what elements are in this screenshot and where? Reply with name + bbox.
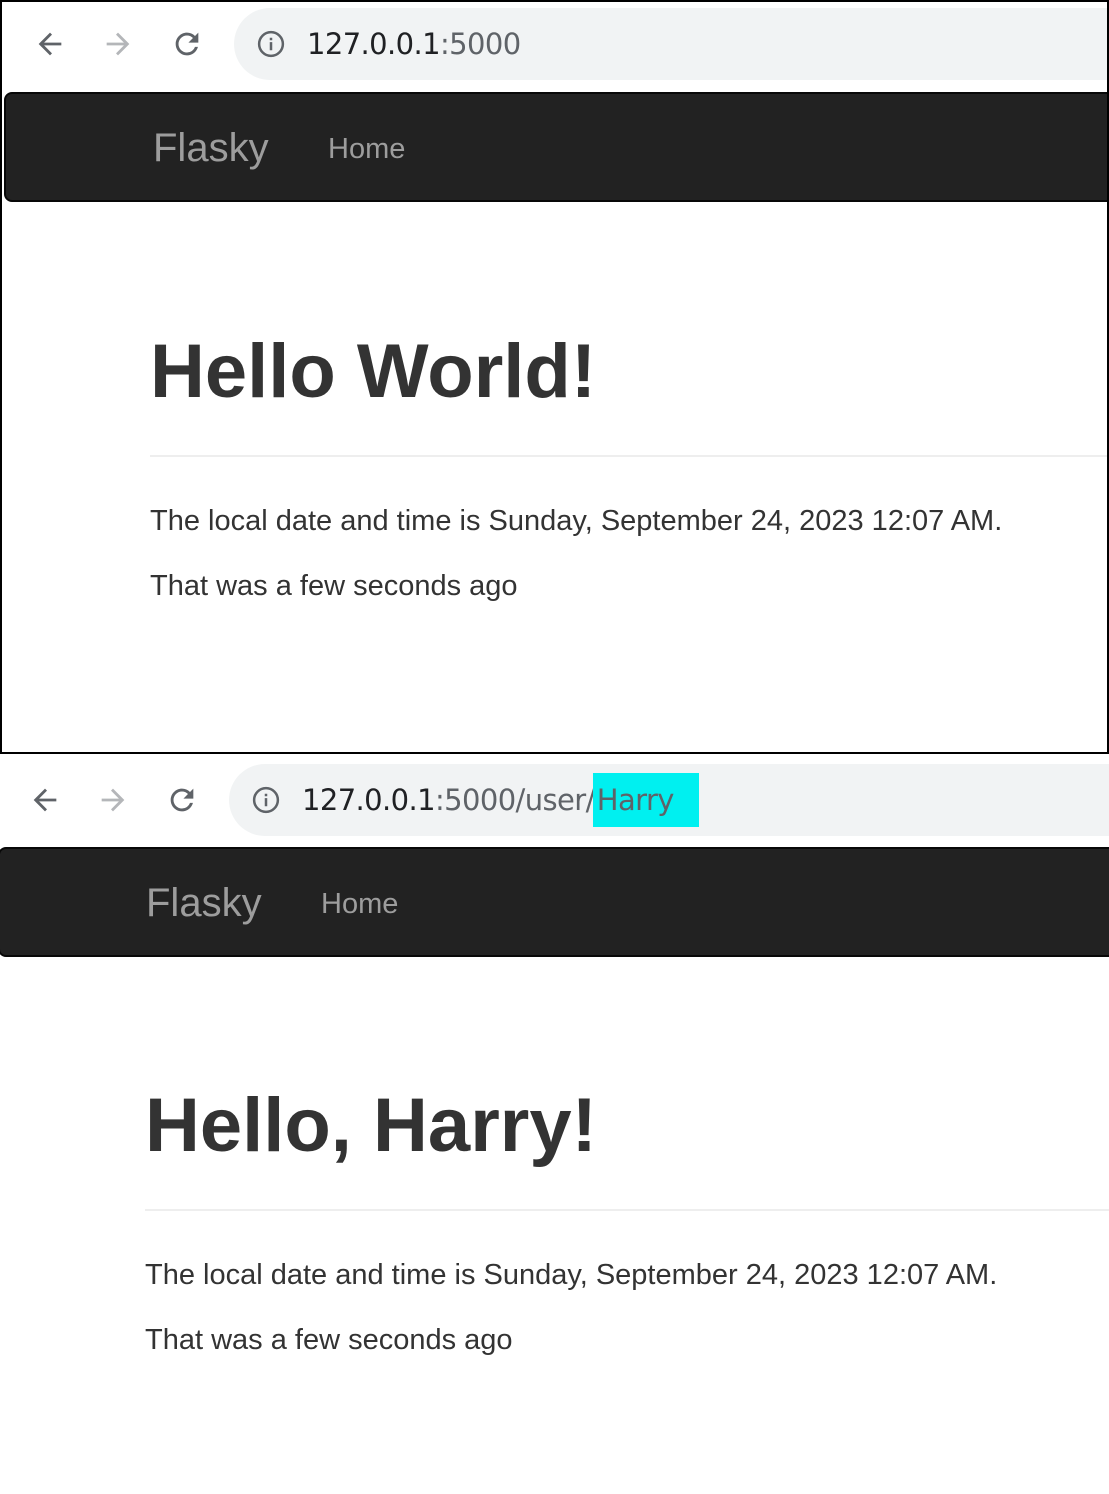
screenshot-user: 127.0.0.1:5000/user/Harry Flasky Home He…: [0, 754, 1109, 1494]
local-time-text: The local date and time is Sunday, Septe…: [150, 505, 1003, 537]
nav-link-home[interactable]: Home: [328, 132, 405, 166]
screenshot-home: 127.0.0.1:5000 Flasky Home Hello World! …: [0, 0, 1109, 754]
browser-toolbar: 127.0.0.1:5000: [2, 2, 1107, 90]
navbar-brand[interactable]: Flasky: [146, 879, 262, 927]
navbar-brand[interactable]: Flasky: [153, 124, 269, 172]
browser-toolbar: 127.0.0.1:5000/user/Harry: [0, 754, 1109, 842]
relative-time-text: That was a few seconds ago: [150, 570, 518, 602]
url-text[interactable]: 127.0.0.1:5000/user/Harry: [302, 773, 699, 827]
page-title: Hello World!: [150, 329, 597, 414]
relative-time-text: That was a few seconds ago: [145, 1324, 513, 1356]
url-path: :5000: [439, 27, 521, 61]
forward-arrow-icon: [101, 788, 125, 812]
url-host: 127.0.0.1: [302, 783, 436, 817]
forward-arrow-icon: [106, 32, 130, 56]
back-button[interactable]: [25, 780, 65, 820]
reload-button[interactable]: [162, 780, 202, 820]
local-time-text: The local date and time is Sunday, Septe…: [145, 1259, 998, 1291]
info-icon[interactable]: [251, 785, 281, 815]
navbar: Flasky Home: [4, 92, 1107, 202]
navbar: Flasky Home: [0, 847, 1109, 957]
info-icon[interactable]: [256, 29, 286, 59]
url-path: :5000/user/: [434, 783, 595, 817]
address-bar[interactable]: 127.0.0.1:5000/user/Harry: [229, 764, 1109, 836]
forward-button[interactable]: [93, 780, 133, 820]
forward-button[interactable]: [98, 24, 138, 64]
back-arrow-icon: [33, 788, 57, 812]
url-host: 127.0.0.1: [307, 27, 441, 61]
header-divider: [145, 1209, 1109, 1211]
back-arrow-icon: [38, 32, 62, 56]
reload-icon: [175, 32, 199, 56]
header-divider: [150, 455, 1107, 457]
url-text[interactable]: 127.0.0.1:5000: [307, 26, 521, 62]
page-title: Hello, Harry!: [145, 1083, 597, 1168]
back-button[interactable]: [30, 24, 70, 64]
reload-button[interactable]: [167, 24, 207, 64]
url-highlight: Harry: [592, 773, 699, 827]
address-bar[interactable]: 127.0.0.1:5000: [234, 8, 1107, 80]
reload-icon: [170, 788, 194, 812]
nav-link-home[interactable]: Home: [321, 887, 398, 921]
